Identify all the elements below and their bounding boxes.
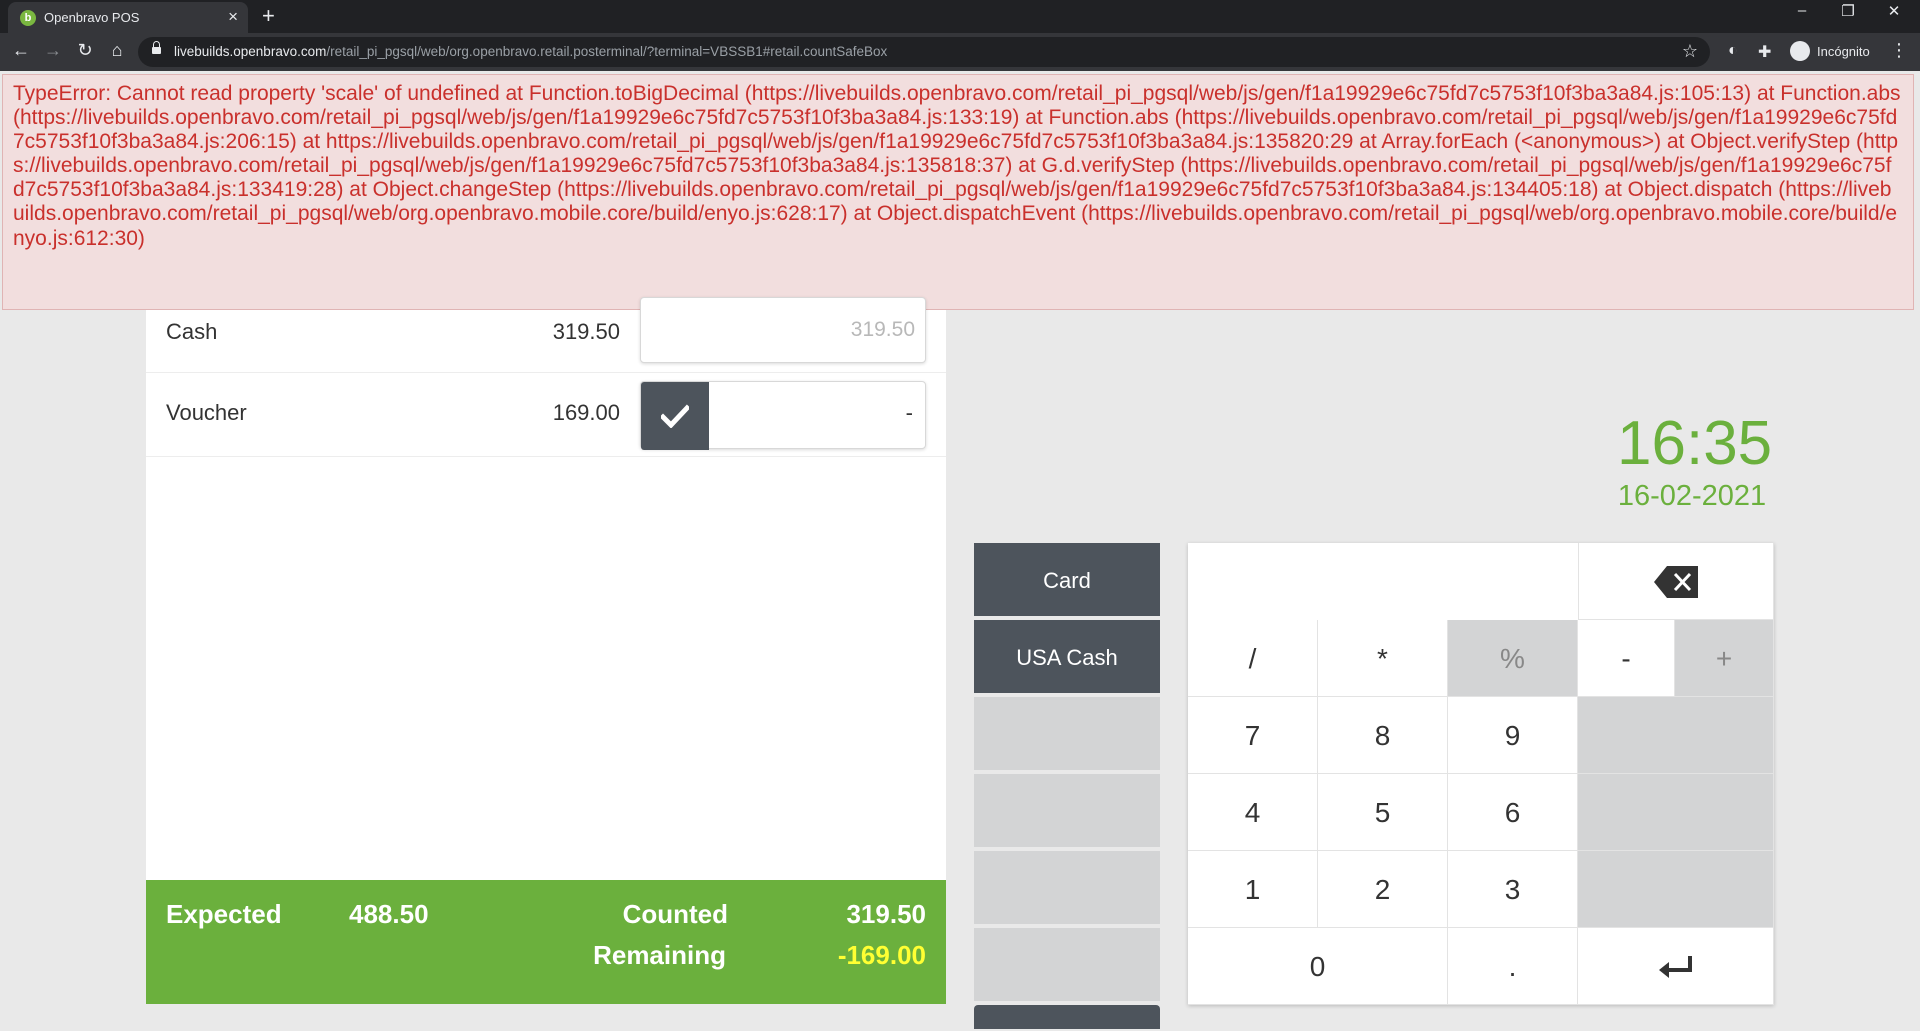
enter-icon: [1658, 956, 1692, 978]
side-action-button[interactable]: [974, 1005, 1160, 1031]
counted-input-cash[interactable]: 319.50: [640, 297, 926, 363]
home-icon[interactable]: ⌂: [104, 40, 130, 61]
numeric-keypad: / * % - + 7 8 9 4 5 6 1 2 3 0 .: [1188, 543, 1774, 1005]
empty-side-button: [974, 774, 1160, 849]
expected-label: Expected: [166, 899, 282, 929]
bookmark-star-icon[interactable]: ☆: [1682, 41, 1698, 62]
empty-side-button: [974, 697, 1160, 772]
payment-expected: 319.50: [552, 319, 620, 344]
error-message: TypeError: Cannot read property 'scale' …: [2, 74, 1914, 310]
key-6[interactable]: 6: [1448, 774, 1578, 851]
empty-side-button: [974, 928, 1160, 1003]
enter-key[interactable]: [1578, 928, 1774, 1005]
expected-value: 488.50: [349, 899, 429, 929]
window-close-icon[interactable]: ✕: [1872, 2, 1916, 20]
url-path: /retail_pi_pgsql/web/org.openbravo.retai…: [326, 44, 888, 59]
openbravo-favicon-icon: b: [20, 10, 36, 26]
key-9[interactable]: 9: [1448, 697, 1578, 774]
key-8[interactable]: 8: [1318, 697, 1448, 774]
forward-icon[interactable]: →: [40, 40, 66, 61]
restore-icon[interactable]: ❐: [1826, 2, 1870, 20]
key-decimal[interactable]: .: [1448, 928, 1578, 1005]
key-0[interactable]: 0: [1188, 928, 1448, 1005]
payment-row-voucher: Voucher 169.00 -: [146, 373, 946, 457]
backspace-icon: [1654, 566, 1698, 598]
counted-value: -: [905, 400, 913, 425]
key-7[interactable]: 7: [1188, 697, 1318, 774]
browser-menu-icon[interactable]: ⋮: [1890, 40, 1908, 61]
payment-method-usa-cash-button[interactable]: USA Cash: [974, 620, 1160, 695]
key-5[interactable]: 5: [1318, 774, 1448, 851]
backspace-key[interactable]: [1578, 543, 1774, 620]
count-panel: Cash 319.50 319.50 Voucher 169.00 -: [146, 297, 946, 880]
tab-close-icon[interactable]: ×: [228, 7, 238, 27]
clock-time: 16:35: [1617, 409, 1773, 478]
key-minus[interactable]: -: [1578, 620, 1675, 697]
new-tab-icon[interactable]: +: [262, 3, 275, 29]
back-icon[interactable]: ←: [8, 40, 34, 61]
payment-row-cash: Cash 319.50 319.50: [146, 297, 946, 373]
counted-value: 319.50: [846, 899, 926, 929]
minimize-icon[interactable]: –: [1780, 2, 1824, 19]
remaining-label: Remaining: [593, 940, 726, 970]
key-3[interactable]: 3: [1448, 851, 1578, 928]
empty-key: [1578, 697, 1774, 774]
clock-date: 16-02-2021: [1617, 480, 1767, 512]
tab-title: Openbravo POS: [44, 10, 140, 25]
payment-name: Voucher: [166, 400, 247, 425]
remaining-value: -169.00: [837, 940, 926, 970]
address-bar[interactable]: livebuilds.openbravo.com/retail_pi_pgsql…: [138, 37, 1710, 67]
browser-tab[interactable]: b Openbravo POS ×: [8, 2, 248, 33]
browser-toolbar: ← → ↻ ⌂ livebuilds.openbravo.com/retail_…: [0, 33, 1920, 71]
browser-tab-strip: b Openbravo POS × + – ❐ ✕: [0, 0, 1920, 33]
url-host: livebuilds.openbravo.com: [174, 44, 327, 59]
key-1[interactable]: 1: [1188, 851, 1318, 928]
counted-input-voucher[interactable]: -: [640, 381, 926, 450]
checkmark-icon: [661, 404, 689, 428]
key-divide[interactable]: /: [1188, 620, 1318, 697]
key-plus[interactable]: +: [1675, 620, 1774, 697]
key-4[interactable]: 4: [1188, 774, 1318, 851]
payment-name: Cash: [166, 319, 218, 344]
counted-label: Counted: [622, 899, 728, 929]
extension-icon[interactable]: ◐: [1728, 42, 1738, 60]
profile-label[interactable]: Incógnito: [1817, 44, 1870, 59]
puzzle-extensions-icon[interactable]: ✚: [1758, 42, 1771, 62]
url-text: livebuilds.openbravo.com/retail_pi_pgsql…: [174, 44, 887, 59]
empty-key: [1578, 774, 1774, 851]
key-percent[interactable]: %: [1448, 620, 1578, 697]
confirm-check-button[interactable]: [641, 382, 709, 450]
counted-placeholder: 319.50: [850, 318, 915, 341]
payment-method-card-button[interactable]: Card: [974, 543, 1160, 618]
incognito-icon[interactable]: [1790, 41, 1810, 61]
key-multiply[interactable]: *: [1318, 620, 1448, 697]
empty-side-button: [974, 851, 1160, 926]
payment-expected: 169.00: [552, 400, 620, 425]
totals-bar: Expected 488.50 Counted 319.50 Remaining…: [146, 880, 946, 1004]
empty-key: [1578, 851, 1774, 928]
key-2[interactable]: 2: [1318, 851, 1448, 928]
keypad-display: [1188, 543, 1578, 620]
lock-icon: [152, 41, 161, 54]
reload-icon[interactable]: ↻: [72, 40, 98, 61]
